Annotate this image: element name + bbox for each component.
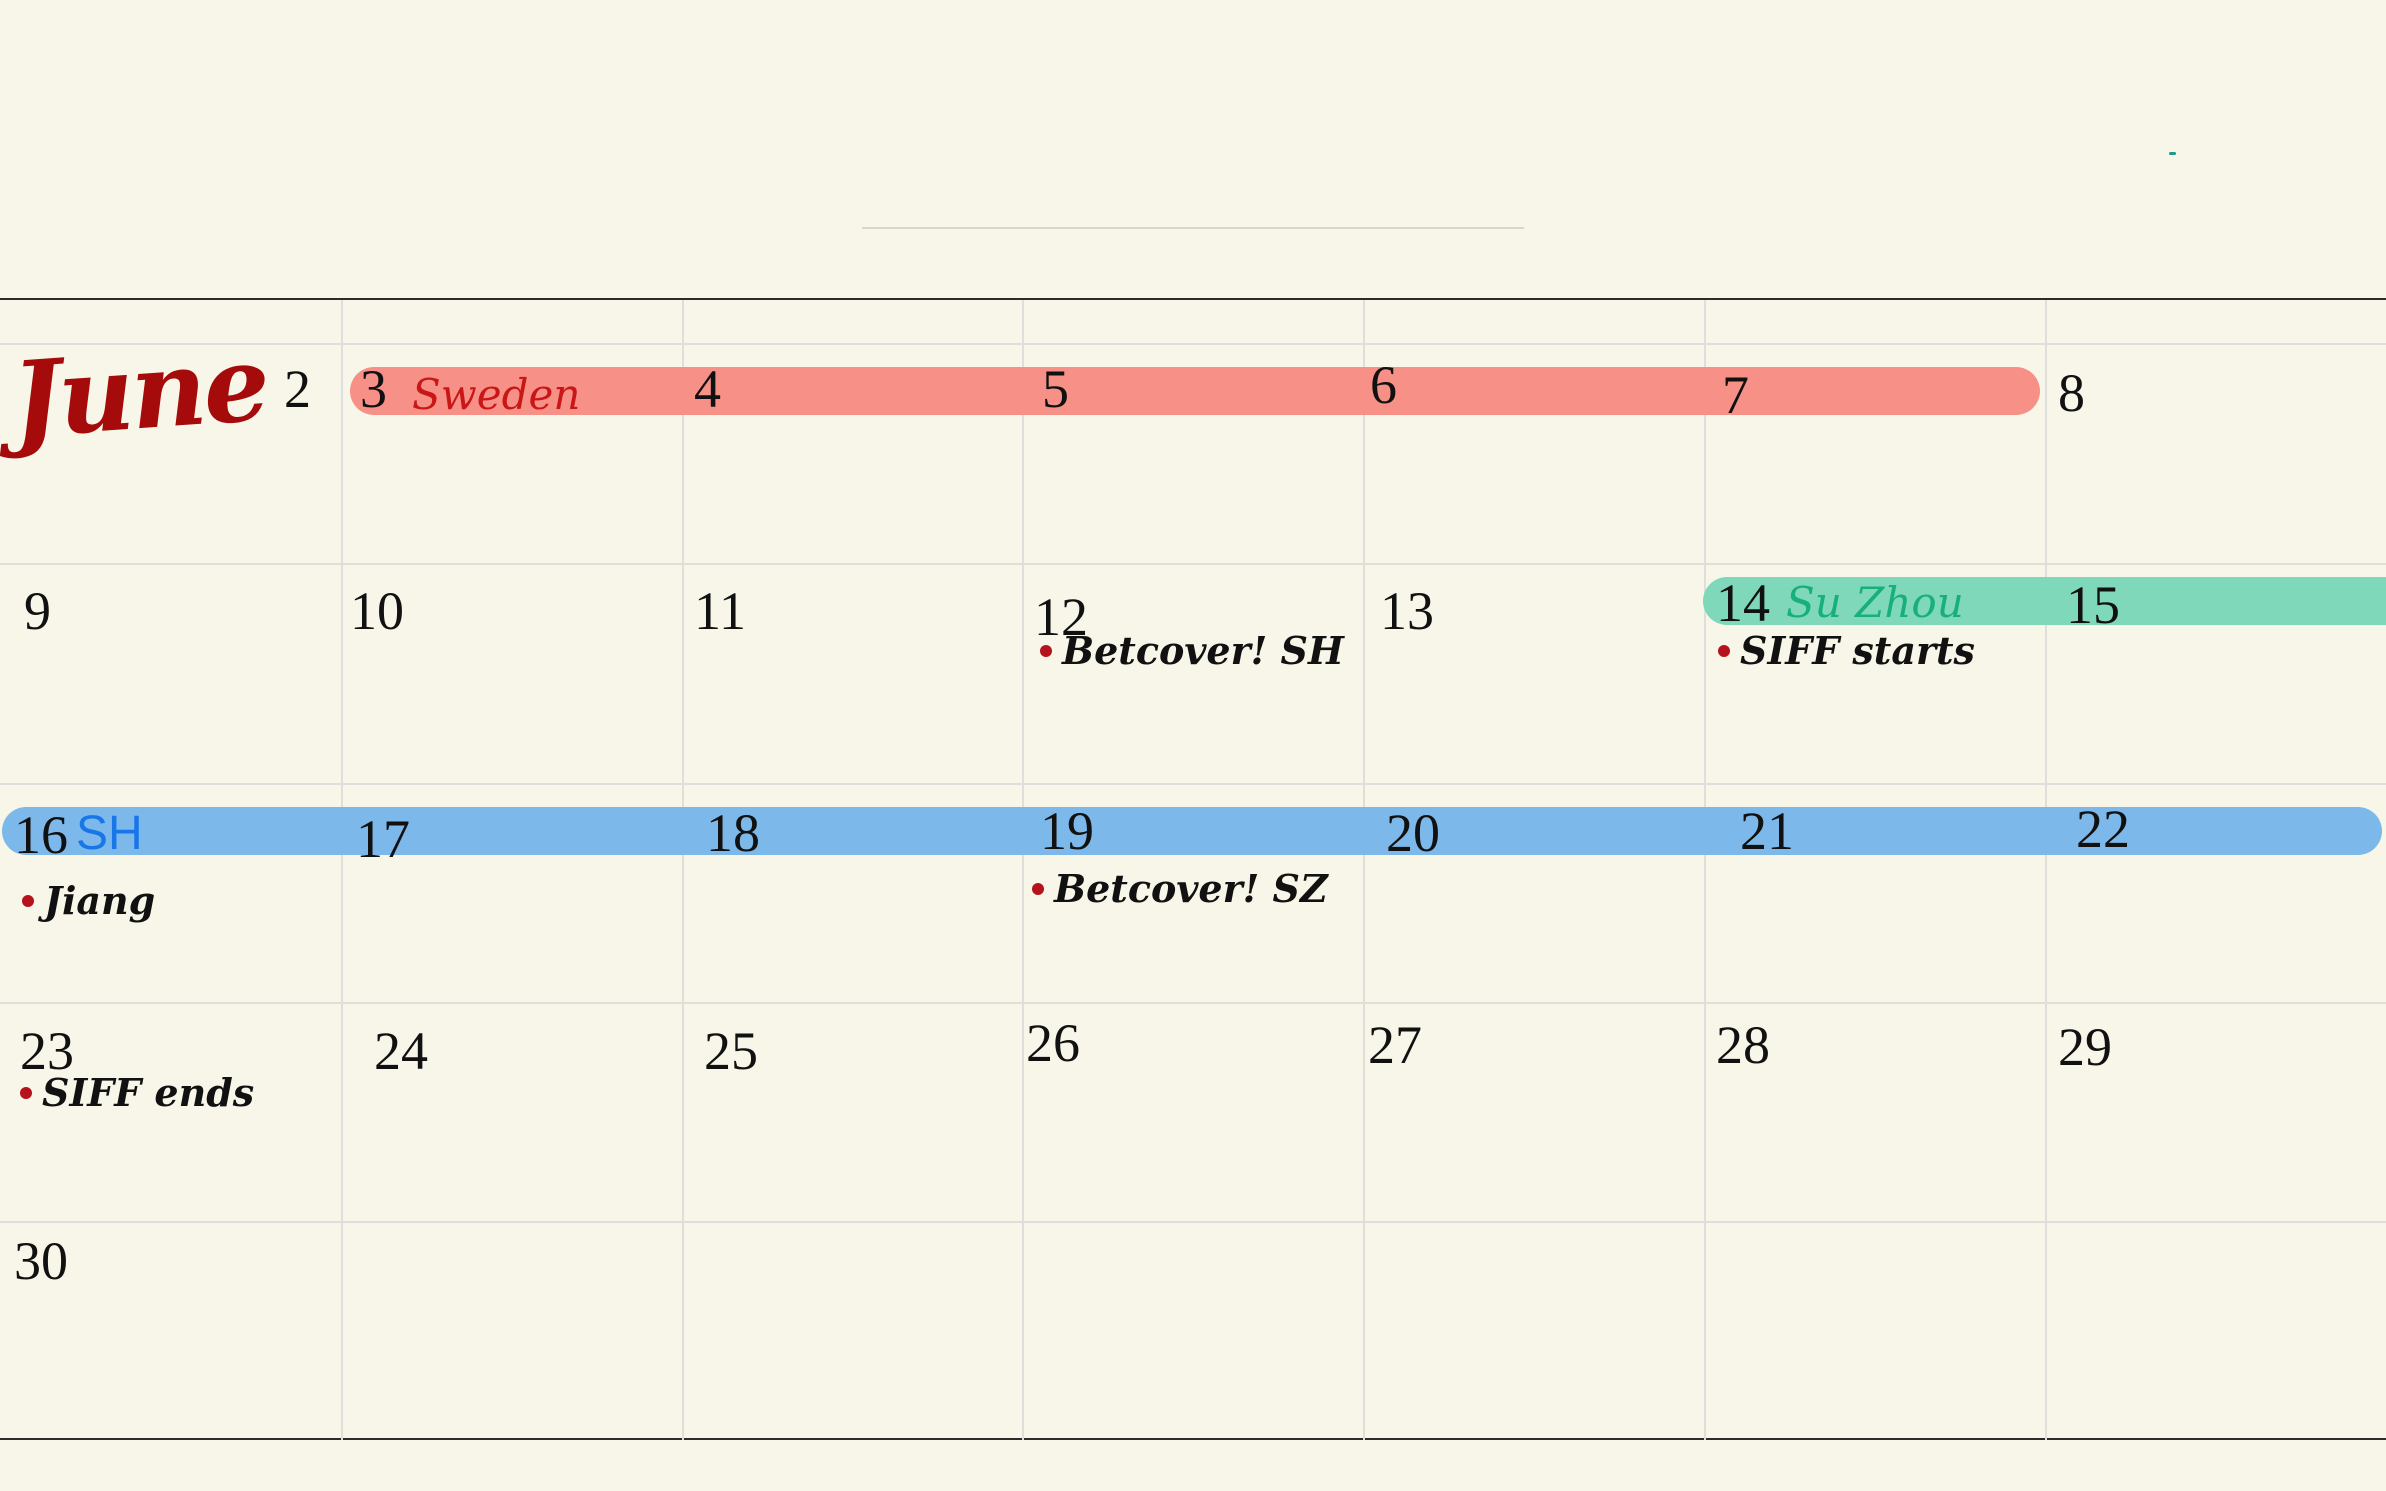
day-number: 21 xyxy=(1740,801,1794,861)
grid-line xyxy=(341,300,343,1440)
day-number: 18 xyxy=(706,803,760,863)
event-label-suzhou: Su Zhou xyxy=(1786,578,1964,627)
bullet-dot-icon xyxy=(1040,645,1052,657)
grid-line xyxy=(1022,300,1024,1440)
day-number: 11 xyxy=(694,581,746,641)
day-number: 22 xyxy=(2076,799,2130,859)
day-number: 16 xyxy=(14,805,68,865)
day-number: 10 xyxy=(350,581,404,641)
grid-line xyxy=(0,1221,2386,1223)
day-number: 30 xyxy=(14,1231,68,1291)
grid-line xyxy=(1704,300,1706,1440)
note-text: Betcover! SH xyxy=(1062,628,1344,673)
title-underline xyxy=(862,227,1524,229)
day-number: 8 xyxy=(2058,363,2085,423)
day-number: 5 xyxy=(1042,359,1069,419)
event-label-sweden: Sweden xyxy=(412,370,581,419)
grid-line xyxy=(682,300,684,1440)
notes-canvas[interactable]: June 2 3 4 5 6 7 8 Sweden 9 10 11 12 13 … xyxy=(0,0,2386,1491)
day-number: 2 xyxy=(284,359,311,419)
day-number: 27 xyxy=(1368,1015,1422,1075)
note-text: Jiang xyxy=(44,878,156,923)
grid-line xyxy=(1363,300,1365,1440)
note-text: SIFF starts xyxy=(1740,628,1975,673)
day-number: 17 xyxy=(356,809,410,869)
day-number: 15 xyxy=(2066,575,2120,635)
event-bar-sweden[interactable] xyxy=(350,367,2040,415)
grid-line xyxy=(0,1002,2386,1004)
day-number: 25 xyxy=(704,1021,758,1081)
day-number: 20 xyxy=(1386,803,1440,863)
day-number: 9 xyxy=(24,581,51,641)
bullet-dot-icon xyxy=(22,895,34,907)
note-item[interactable]: SIFF ends xyxy=(20,1074,254,1112)
day-number: 28 xyxy=(1716,1015,1770,1075)
grid-line xyxy=(0,343,2386,345)
bullet-dot-icon xyxy=(20,1087,32,1099)
note-item[interactable]: Betcover! SH xyxy=(1040,632,1344,670)
bullet-dot-icon xyxy=(1718,645,1730,657)
calendar-top-border xyxy=(0,298,2386,300)
day-number: 6 xyxy=(1370,355,1397,415)
event-label-sh: SH xyxy=(76,807,143,860)
day-number: 4 xyxy=(694,359,721,419)
day-number: 14 xyxy=(1716,573,1770,633)
grid-line xyxy=(2045,300,2047,1440)
note-item[interactable]: Jiang xyxy=(22,882,155,920)
month-title: June xyxy=(8,321,271,462)
day-number: 26 xyxy=(1026,1013,1080,1073)
day-number: 19 xyxy=(1040,801,1094,861)
day-number: 3 xyxy=(360,359,387,419)
pen-stroke-mark xyxy=(2169,152,2176,155)
note-text: Betcover! SZ xyxy=(1054,866,1328,911)
note-item[interactable]: SIFF starts xyxy=(1718,632,1975,670)
day-number: 24 xyxy=(374,1021,428,1081)
note-item[interactable]: Betcover! SZ xyxy=(1032,870,1328,908)
note-text: SIFF ends xyxy=(42,1070,255,1115)
grid-line xyxy=(0,783,2386,785)
calendar-bottom-border xyxy=(0,1438,2386,1440)
day-number: 13 xyxy=(1380,581,1434,641)
day-number: 7 xyxy=(1722,365,1749,425)
grid-line xyxy=(0,563,2386,565)
day-number: 29 xyxy=(2058,1017,2112,1077)
bullet-dot-icon xyxy=(1032,883,1044,895)
